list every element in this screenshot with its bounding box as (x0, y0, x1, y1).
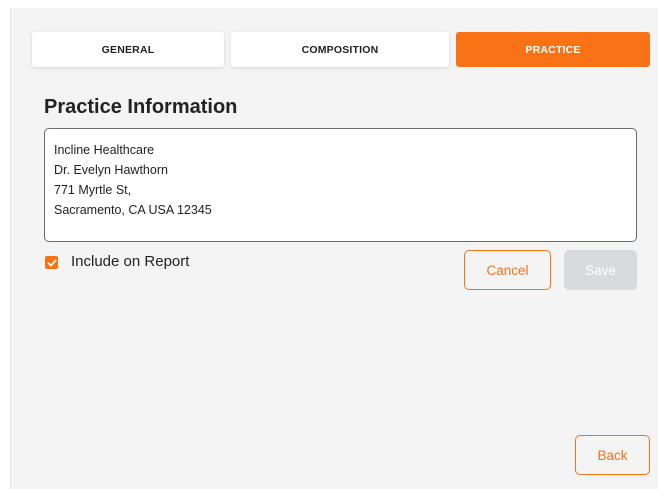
back-button[interactable]: Back (575, 435, 650, 475)
include-on-report-label[interactable]: Include on Report (71, 253, 189, 270)
settings-panel: GENERAL COMPOSITION PRACTICE Practice In… (10, 8, 658, 489)
street-address-line: 771 Myrtle St, (54, 183, 132, 197)
checkmark-icon (47, 259, 56, 266)
section-title: Practice Information (44, 96, 238, 118)
tab-practice[interactable]: PRACTICE (456, 32, 650, 67)
doctor-name-line: Dr. Evelyn Hawthorn (54, 163, 168, 177)
include-on-report-checkbox[interactable] (45, 256, 58, 269)
city-state-line: Sacramento, CA USA 12345 (54, 203, 212, 217)
tab-composition[interactable]: COMPOSITION (231, 32, 449, 67)
practice-name-line: Incline Healthcare (54, 143, 155, 157)
practice-info-textarea[interactable]: Incline Healthcare Dr. Evelyn Hawthorn 7… (44, 128, 637, 242)
tab-general[interactable]: GENERAL (32, 32, 224, 67)
save-button[interactable]: Save (564, 250, 637, 290)
cancel-button[interactable]: Cancel (464, 250, 551, 290)
